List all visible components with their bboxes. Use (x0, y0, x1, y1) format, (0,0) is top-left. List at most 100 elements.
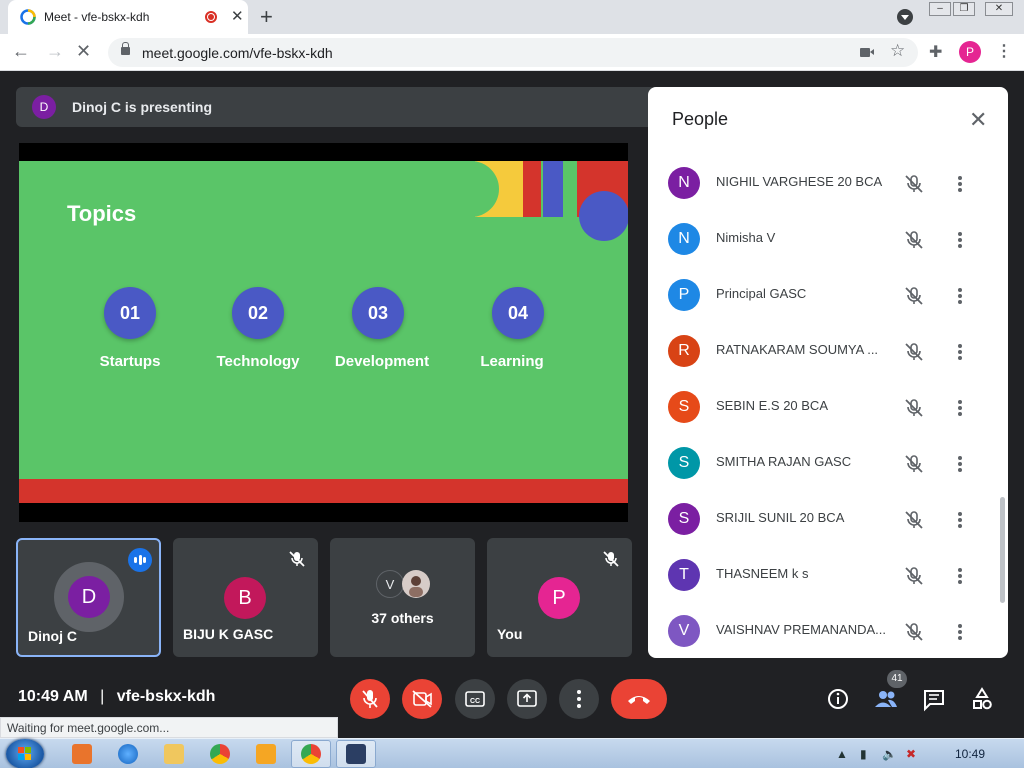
activities-icon[interactable] (966, 683, 998, 715)
chrome-icon (301, 744, 321, 764)
slide-decoration-red (523, 161, 541, 217)
mic-off-icon (603, 551, 619, 567)
participant-list-item[interactable]: S SEBIN E.S 20 BCA (648, 379, 998, 435)
participant-list-item[interactable]: S SRIJIL SUNIL 20 BCA (648, 491, 998, 547)
present-now-button[interactable] (507, 679, 547, 719)
toggle-mic-button[interactable] (350, 679, 390, 719)
speaking-indicator-icon (128, 548, 152, 572)
participant-name: THASNEEM k s (716, 566, 809, 581)
security-alert-icon[interactable]: ✖ (906, 747, 916, 761)
tab-close-icon[interactable]: ✕ (231, 7, 244, 25)
participant-avatar: D (68, 576, 110, 618)
toggle-camera-button[interactable] (402, 679, 442, 719)
more-options-icon[interactable] (948, 340, 972, 364)
minimize-window-button[interactable]: – (929, 2, 951, 16)
participant-name: Nimisha V (716, 230, 776, 245)
profile-avatar[interactable]: P (959, 41, 981, 63)
participant-name: NIGHIL VARGHESE 20 BCA (716, 174, 883, 189)
mic-off-icon (905, 287, 923, 305)
xampp-taskbar-icon[interactable] (72, 744, 92, 764)
participant-list-item[interactable]: T THASNEEM k s (648, 547, 998, 603)
stop-loading-icon[interactable]: ✕ (76, 41, 91, 62)
start-button[interactable] (6, 739, 44, 768)
browser-status-bar: Waiting for meet.google.com... (0, 717, 338, 738)
more-options-button[interactable] (559, 679, 599, 719)
people-scrollbar[interactable] (1000, 497, 1005, 603)
participant-list-item[interactable]: N NIGHIL VARGHESE 20 BCA (648, 155, 998, 211)
browser-toolbar: ← → ✕ meet.google.com/vfe-bskx-kdh ☆ ✚ P… (0, 34, 1024, 71)
more-options-icon[interactable] (948, 284, 972, 308)
person-photo-icon (409, 576, 423, 597)
chrome-taskbar-icon[interactable] (210, 744, 230, 764)
topic-number-4: 04 (492, 287, 544, 339)
windows-logo-icon (18, 747, 31, 760)
topic-number-3: 03 (352, 287, 404, 339)
mic-off-icon (362, 690, 378, 708)
tab-search-icon[interactable] (897, 9, 913, 25)
topic-number-2: 02 (232, 287, 284, 339)
new-tab-button[interactable]: + (260, 4, 273, 30)
participant-avatar: T (668, 559, 700, 591)
extensions-puzzle-icon[interactable]: ✚ (929, 42, 942, 62)
participant-list-item[interactable]: V VAISHNAV PREMANANDA... (648, 603, 998, 658)
mic-off-icon (905, 175, 923, 193)
more-options-icon[interactable] (948, 564, 972, 588)
leave-call-button[interactable] (611, 679, 667, 719)
more-options-icon[interactable] (948, 508, 972, 532)
tab-title: Meet - vfe-bskx-kdh (44, 10, 150, 24)
presenting-text: Dinoj C is presenting (72, 99, 213, 115)
more-options-icon[interactable] (948, 172, 972, 196)
restore-window-button[interactable]: ❐ (953, 2, 975, 16)
volume-icon[interactable]: 🔈 (882, 747, 897, 761)
participant-list-item[interactable]: R RATNAKARAM SOUMYA ... (648, 323, 998, 379)
captions-icon: CC (465, 691, 485, 707)
file-explorer-taskbar-icon[interactable] (164, 744, 184, 764)
participant-avatar: N (668, 223, 700, 255)
mic-off-icon (905, 567, 923, 585)
participant-list-item[interactable]: P Principal GASC (648, 267, 998, 323)
chrome-active-task[interactable] (291, 740, 331, 768)
capture-app-task[interactable] (336, 740, 376, 768)
participant-avatar: R (668, 335, 700, 367)
meeting-details-icon[interactable] (822, 683, 854, 715)
mic-off-icon (905, 343, 923, 361)
mic-off-icon (289, 551, 305, 567)
bookmark-star-icon[interactable]: ☆ (890, 41, 905, 61)
participant-tile-you[interactable]: P You (487, 538, 632, 657)
internet-explorer-taskbar-icon[interactable] (118, 744, 138, 764)
close-window-button[interactable]: ✕ (985, 2, 1013, 16)
participant-list-item[interactable]: S SMITHA RAJAN GASC (648, 435, 998, 491)
more-options-icon[interactable] (948, 228, 972, 252)
forward-arrow-icon[interactable]: → (46, 41, 64, 62)
show-hidden-icons[interactable]: ▲ (836, 747, 848, 761)
participant-count-badge: 41 (887, 670, 907, 688)
media-player-taskbar-icon[interactable] (256, 744, 276, 764)
slide-decoration-semicircle (579, 191, 628, 241)
address-bar[interactable]: meet.google.com/vfe-bskx-kdh ☆ (108, 38, 918, 67)
more-options-icon[interactable] (948, 452, 972, 476)
people-panel: People ✕ N NIGHIL VARGHESE 20 BCA N Nimisha… (648, 87, 1008, 658)
chat-icon[interactable] (918, 683, 950, 715)
participant-tile-others[interactable]: V 37 others (330, 538, 475, 657)
browser-menu-icon[interactable]: ⋮ (996, 41, 1012, 61)
capture-app-icon (346, 744, 366, 764)
more-options-icon[interactable] (948, 620, 972, 644)
taskbar-clock[interactable]: 10:49 (955, 747, 985, 761)
back-arrow-icon[interactable]: ← (12, 41, 30, 62)
more-options-icon[interactable] (948, 396, 972, 420)
meeting-info: 10:49 AM | vfe-bskx-kdh (18, 688, 215, 706)
camera-in-use-icon[interactable] (860, 48, 874, 57)
meet-favicon-icon (20, 9, 36, 25)
participant-name: RATNAKARAM SOUMYA ... (716, 342, 879, 357)
network-icon[interactable]: ▮ (860, 747, 867, 761)
hang-up-icon (628, 696, 650, 704)
participant-list-item[interactable]: N Nimisha V (648, 211, 998, 267)
participant-name: SEBIN E.S 20 BCA (716, 398, 828, 413)
windows-taskbar: ▲ ▮ 🔈 ✖ 10:49 (0, 738, 1024, 768)
close-panel-icon[interactable]: ✕ (969, 107, 987, 133)
participant-tile-dinoj[interactable]: D Dinoj C (16, 538, 161, 657)
browser-tab[interactable]: Meet - vfe-bskx-kdh ✕ (8, 0, 248, 34)
participant-tile-biju[interactable]: B BIJU K GASC (173, 538, 318, 657)
captions-button[interactable]: CC (455, 679, 495, 719)
mic-off-icon (905, 399, 923, 417)
